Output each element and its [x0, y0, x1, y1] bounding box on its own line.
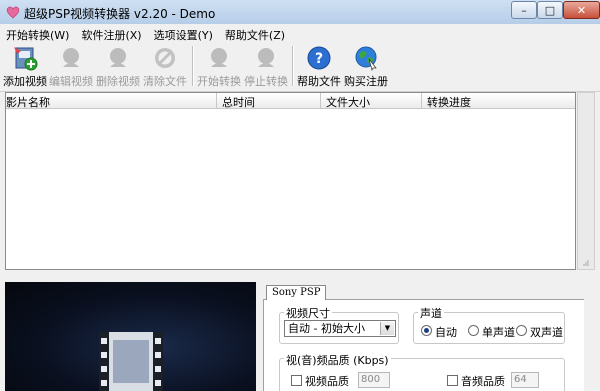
- add-video-label: 添加视频: [3, 75, 47, 88]
- resize-grip-icon[interactable]: [583, 260, 589, 266]
- film-icon: [99, 332, 163, 391]
- channel-mono-label[interactable]: 单声道: [482, 324, 515, 340]
- video-quality-checkbox[interactable]: [291, 375, 302, 386]
- menu-help[interactable]: 帮助文件(Z): [219, 24, 291, 42]
- audio-quality-input[interactable]: 64: [511, 372, 539, 388]
- settings-scrollbar[interactable]: [584, 298, 600, 391]
- delete-video-button[interactable]: 删除视频: [96, 44, 140, 89]
- buy-register-button[interactable]: 购买注册: [344, 44, 388, 89]
- toolbar: 添加视频 编辑视频 删除视频 清除文件 开始转换 停止转换 ? 帮助文件 购买注…: [0, 42, 600, 92]
- column-total-time[interactable]: 总时间: [222, 94, 255, 110]
- start-convert-label: 开始转换: [197, 75, 241, 88]
- menu-register[interactable]: 软件注册(X): [75, 24, 147, 42]
- channel-auto-label[interactable]: 自动: [435, 324, 457, 340]
- tab-sony-psp[interactable]: Sony PSP: [266, 285, 327, 300]
- audio-quality-checkbox[interactable]: [447, 375, 458, 386]
- channel-stereo-radio[interactable]: [516, 325, 527, 336]
- video-size-value: 自动 - 初始大小: [288, 322, 365, 335]
- channel-stereo-label[interactable]: 双声道: [530, 324, 563, 340]
- window-title: 超级PSP视频转换器 v2.20 - Demo: [24, 7, 216, 21]
- toolbar-separator: [192, 46, 194, 86]
- app-icon: [6, 6, 20, 19]
- clear-files-icon: [155, 48, 175, 68]
- channel-label: 声道: [418, 305, 444, 321]
- clear-files-label: 清除文件: [143, 75, 187, 88]
- buy-register-icon: [355, 46, 377, 71]
- add-video-button[interactable]: 添加视频: [3, 44, 47, 89]
- video-size-label: 视频尺寸: [284, 305, 332, 321]
- add-video-icon: [14, 47, 38, 71]
- minimize-button[interactable]: –: [511, 1, 537, 19]
- start-convert-icon: [211, 48, 227, 67]
- video-size-select[interactable]: 自动 - 初始大小 ▼: [284, 320, 396, 337]
- menu-start-convert[interactable]: 开始转换(W): [0, 24, 75, 42]
- chevron-down-icon[interactable]: ▼: [380, 322, 394, 335]
- edit-video-button[interactable]: 编辑视频: [49, 44, 93, 89]
- audio-quality-label[interactable]: 音频品质: [461, 373, 505, 389]
- maximize-button[interactable]: □: [537, 1, 563, 19]
- help-label: 帮助文件: [297, 75, 341, 88]
- video-preview: [5, 282, 256, 391]
- toolbar-separator: [292, 46, 294, 86]
- quality-label: 视(音)频品质 (Kbps): [284, 352, 391, 368]
- column-divider[interactable]: [320, 93, 321, 108]
- video-list[interactable]: 影片名称 总时间 文件大小 转换进度: [5, 92, 576, 270]
- edit-video-label: 编辑视频: [49, 75, 93, 88]
- menu-options[interactable]: 选项设置(Y): [148, 24, 219, 42]
- clear-files-button[interactable]: 清除文件: [143, 44, 187, 89]
- stop-convert-button[interactable]: 停止转换: [244, 44, 288, 89]
- delete-video-label: 删除视频: [96, 75, 140, 88]
- channel-mono-radio[interactable]: [468, 325, 479, 336]
- column-divider[interactable]: [216, 93, 217, 108]
- channel-auto-radio[interactable]: [421, 325, 432, 336]
- column-file-size[interactable]: 文件大小: [326, 94, 370, 110]
- column-divider[interactable]: [421, 93, 422, 108]
- delete-video-icon: [110, 48, 126, 67]
- menu-bar: 开始转换(W) 软件注册(X) 选项设置(Y) 帮助文件(Z): [0, 24, 600, 42]
- stop-convert-icon: [258, 48, 274, 67]
- start-convert-button[interactable]: 开始转换: [197, 44, 241, 89]
- help-button[interactable]: ? 帮助文件: [297, 44, 341, 89]
- svg-text:?: ?: [315, 51, 323, 67]
- video-quality-label[interactable]: 视频品质: [305, 373, 349, 389]
- list-header: 影片名称 总时间 文件大小 转换进度: [6, 93, 575, 109]
- column-movie-name[interactable]: 影片名称: [6, 94, 50, 110]
- video-quality-input[interactable]: 800: [358, 372, 390, 388]
- list-scrollbar[interactable]: [577, 92, 595, 270]
- column-progress[interactable]: 转换进度: [427, 94, 471, 110]
- edit-video-icon: [63, 48, 79, 67]
- stop-convert-label: 停止转换: [244, 75, 288, 88]
- close-button[interactable]: ✕: [563, 1, 600, 19]
- help-icon: ?: [307, 46, 331, 70]
- buy-register-label: 购买注册: [344, 75, 388, 88]
